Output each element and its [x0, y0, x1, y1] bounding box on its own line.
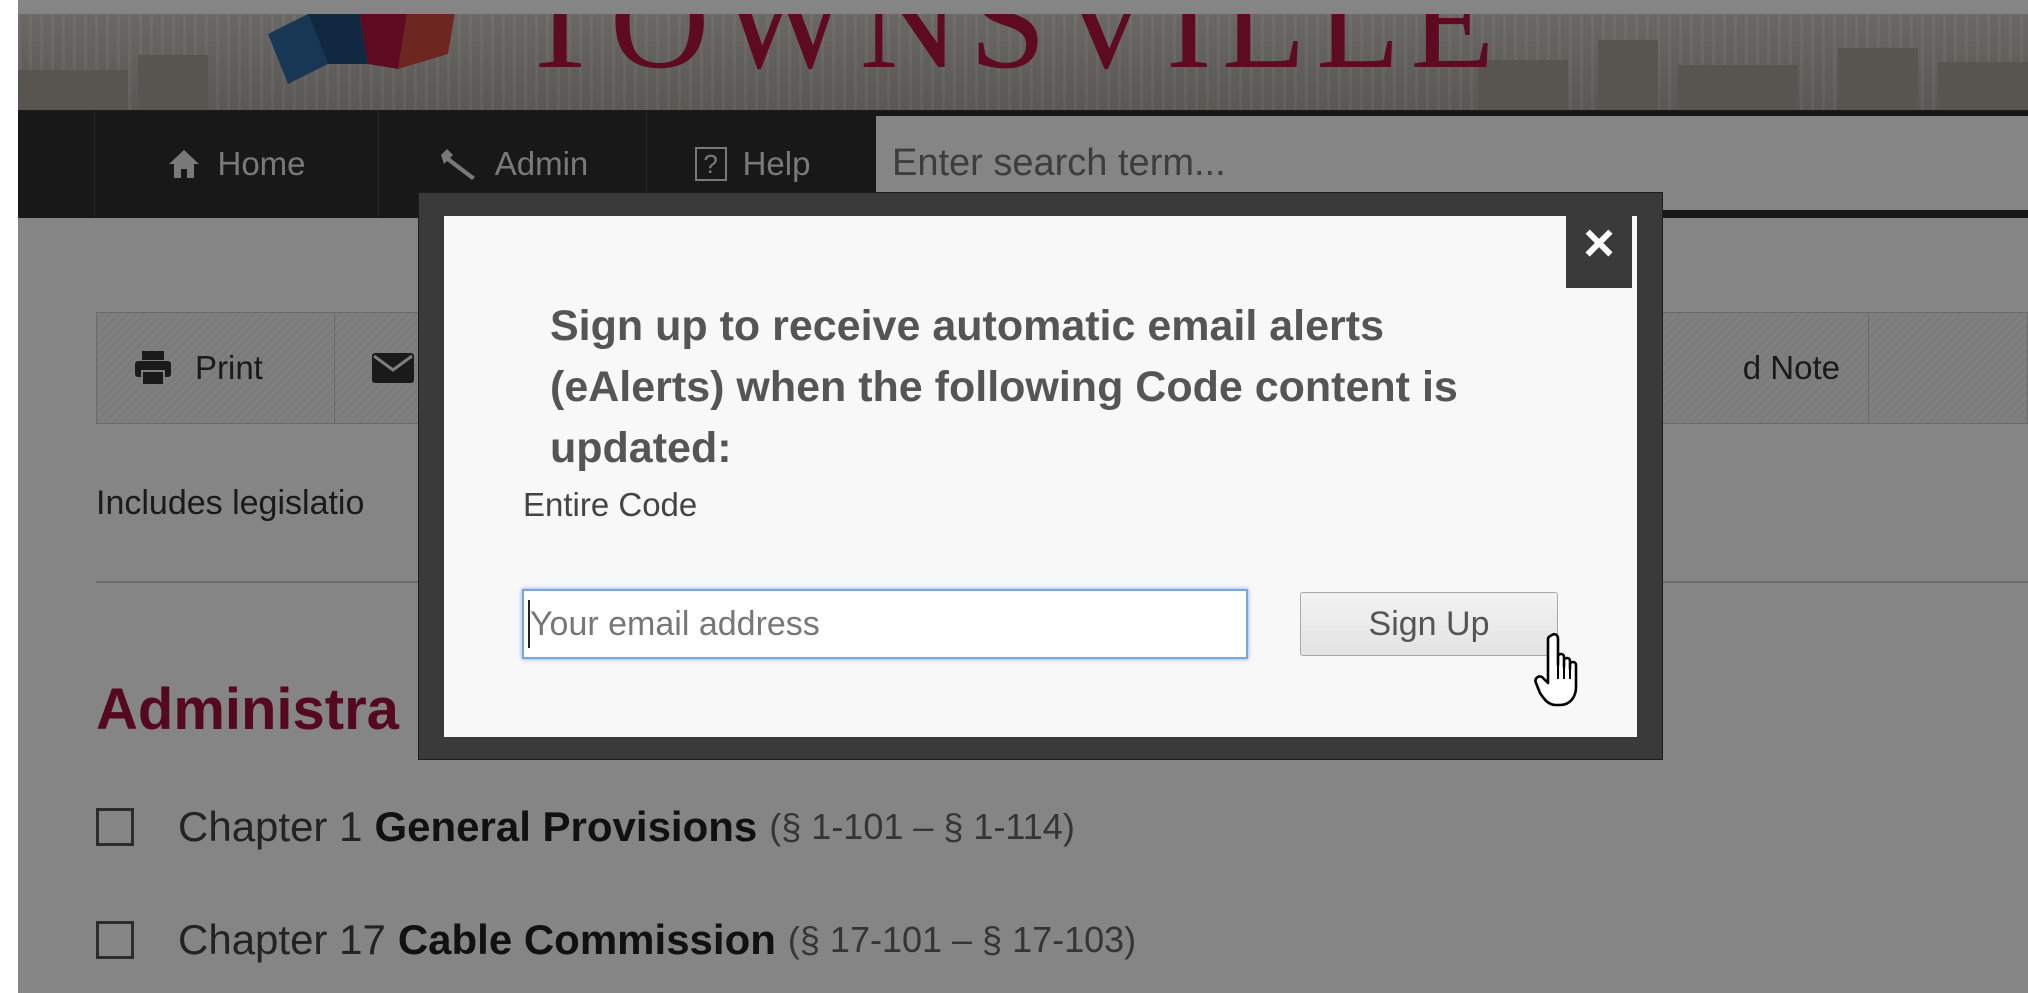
sign-up-button[interactable]: Sign Up	[1300, 592, 1558, 656]
left-edge-strip	[0, 0, 18, 993]
modal-heading: Sign up to receive automatic email alert…	[550, 302, 1458, 472]
email-field[interactable]	[522, 589, 1248, 659]
page: TOWNSVILLE Home Admin ? Help Enter searc…	[0, 0, 2028, 993]
alert-scope-label: Entire Code	[523, 486, 698, 523]
hand-pointer-cursor	[1534, 632, 1578, 707]
close-icon: ×	[1583, 213, 1615, 273]
text-caret	[528, 600, 530, 648]
close-button[interactable]: ×	[1566, 198, 1632, 288]
sign-up-label: Sign Up	[1368, 604, 1490, 643]
